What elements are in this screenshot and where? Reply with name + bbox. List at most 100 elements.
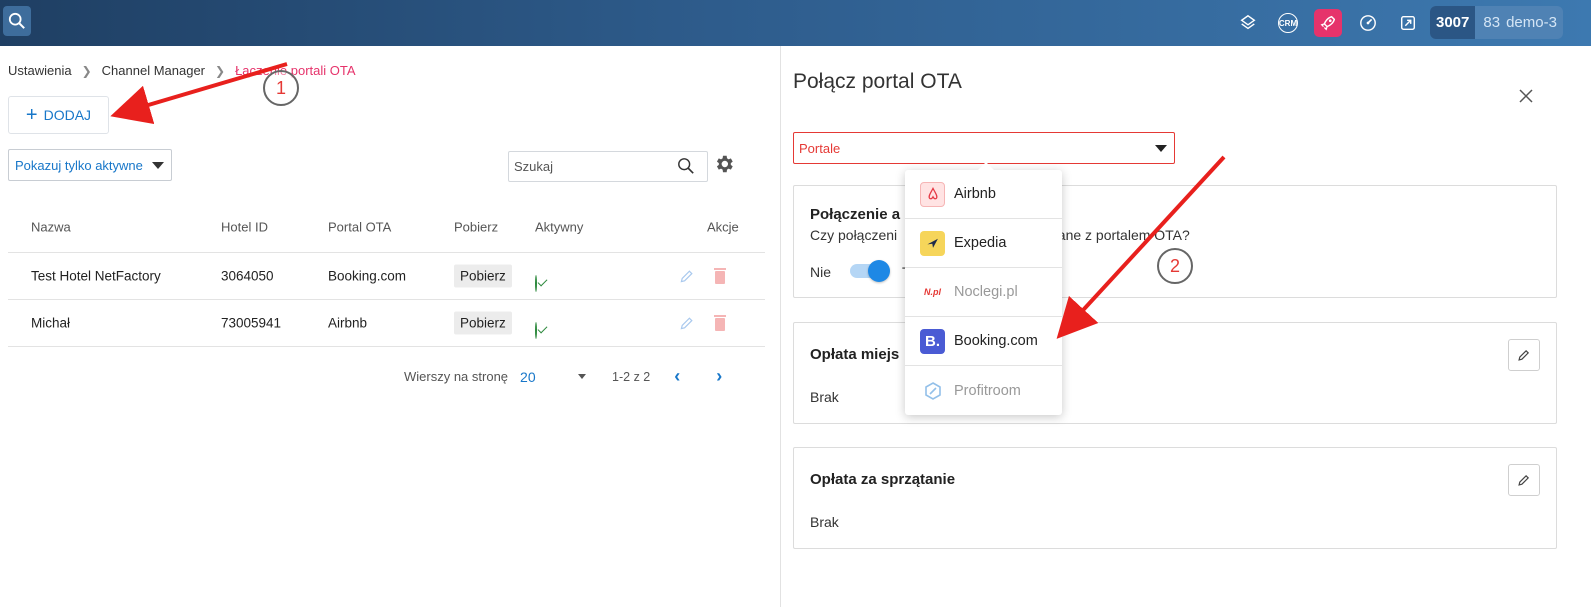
- header-portal[interactable]: Portal OTA: [328, 219, 391, 234]
- trash-icon[interactable]: [713, 267, 727, 285]
- search-icon[interactable]: [677, 157, 695, 175]
- portal-option-expedia[interactable]: Expedia: [905, 219, 1062, 268]
- top-bar: CRM 3007 83 demo-3: [0, 0, 1591, 46]
- active-check-icon: [535, 275, 537, 292]
- caret-down-icon: [152, 162, 164, 169]
- portal-option-booking[interactable]: B. Booking.com: [905, 317, 1062, 366]
- gear-icon[interactable]: [713, 153, 735, 175]
- pencil-icon: [1518, 474, 1530, 486]
- layers-icon: [1240, 14, 1256, 30]
- option-label: Airbnb: [954, 186, 996, 202]
- trash-icon[interactable]: [713, 314, 727, 332]
- breadcrumb-item-channel-manager[interactable]: Channel Manager: [102, 63, 205, 78]
- user-name: demo-3: [1506, 14, 1557, 31]
- portal-select[interactable]: Portale: [793, 132, 1175, 164]
- search-input[interactable]: Szukaj: [508, 151, 708, 182]
- account-badge[interactable]: 3007 83 demo-3: [1430, 6, 1563, 39]
- left-panel: Ustawienia ❯ Channel Manager ❯ Łączenie …: [0, 46, 780, 607]
- portal-dropdown: Airbnb Expedia N.pl Noclegi.pl B. Bookin…: [905, 162, 1062, 415]
- portal-select-placeholder: Portale: [799, 140, 841, 156]
- edit-cleaning-fee-button[interactable]: [1508, 464, 1540, 496]
- portal-option-noclegi: N.pl Noclegi.pl: [905, 268, 1062, 317]
- header-name[interactable]: Nazwa: [31, 219, 71, 234]
- search-placeholder: Szukaj: [514, 159, 554, 174]
- option-label: Profitroom: [954, 382, 1021, 399]
- booking-logo: B.: [920, 328, 945, 354]
- pencil-icon: [1518, 349, 1530, 361]
- portal-option-profitroom: Profitroom: [905, 366, 1062, 415]
- city-fee-value: Brak: [810, 389, 839, 405]
- pencil-icon[interactable]: [679, 315, 695, 331]
- panel-divider: [780, 46, 781, 607]
- cleaning-fee-value: Brak: [810, 514, 839, 530]
- row-hotel-id: 3064050: [221, 268, 274, 284]
- external-icon: [1400, 15, 1416, 31]
- caret-down-icon[interactable]: [578, 374, 587, 379]
- plus-icon: +: [25, 104, 38, 126]
- airbnb-logo: [920, 181, 945, 207]
- pagination: Wierszy na stronę 20 1-2 z 2 ‹ ›: [404, 366, 758, 387]
- breadcrumb-current: Łączenie portali OTA: [235, 63, 356, 78]
- panel-title: Połącz portal OTA: [793, 70, 962, 93]
- global-search-button[interactable]: [3, 6, 31, 36]
- row-portal: Booking.com: [328, 268, 407, 284]
- download-button[interactable]: Pobierz: [454, 264, 512, 288]
- pencil-icon[interactable]: [679, 268, 695, 284]
- profitroom-logo: [920, 378, 945, 403]
- active-check-icon: [535, 322, 537, 339]
- caret-down-icon: [1155, 145, 1167, 152]
- row-name: Michał: [31, 315, 71, 331]
- prev-page-icon[interactable]: ‹: [674, 366, 680, 387]
- connection-question-end: dane z portalem OTA?: [1050, 227, 1190, 243]
- option-label: Noclegi.pl: [954, 284, 1018, 300]
- row-name: Test Hotel NetFactory: [31, 268, 161, 284]
- rows-per-page-select[interactable]: 20: [520, 369, 578, 385]
- dashboard-icon: [1360, 15, 1376, 31]
- download-button[interactable]: Pobierz: [454, 311, 512, 335]
- breadcrumb-item-settings[interactable]: Ustawienia: [8, 63, 72, 78]
- portals-table: Nazwa Hotel ID Portal OTA Pobierz Aktywn…: [8, 201, 765, 347]
- connection-question-start: Czy połączeni: [810, 227, 898, 243]
- active-filter-select[interactable]: Pokazuj tylko aktywne: [8, 149, 172, 181]
- header-hotel-id[interactable]: Hotel ID: [221, 219, 268, 234]
- table-header: Nazwa Hotel ID Portal OTA Pobierz Aktywn…: [8, 201, 765, 253]
- header-active[interactable]: Aktywny: [535, 219, 583, 234]
- option-label: Booking.com: [954, 333, 1038, 349]
- city-fee-title: Opłata miejs: [810, 346, 900, 363]
- header-download: Pobierz: [454, 219, 499, 234]
- page-range: 1-2 z 2: [612, 369, 651, 384]
- chevron-right-icon: ❯: [215, 63, 226, 78]
- crm-button[interactable]: CRM: [1274, 9, 1302, 37]
- portal-option-airbnb[interactable]: Airbnb: [905, 170, 1062, 219]
- annotation-marker-2: 2: [1157, 248, 1193, 284]
- rows-per-page-label: Wierszy na stronę: [404, 369, 509, 384]
- expedia-logo: [920, 230, 945, 256]
- chevron-right-icon: ❯: [81, 63, 92, 78]
- table-row[interactable]: Test Hotel NetFactory 3064050 Booking.co…: [8, 253, 765, 300]
- search-icon: [8, 12, 25, 29]
- active-toggle[interactable]: [850, 260, 890, 282]
- add-button[interactable]: + DODAJ: [8, 96, 109, 134]
- next-page-icon[interactable]: ›: [716, 366, 722, 387]
- add-button-label: DODAJ: [43, 107, 92, 123]
- connection-title: Połączenie a: [810, 206, 901, 223]
- noclegi-logo: N.pl: [924, 287, 941, 297]
- layers-button[interactable]: [1234, 9, 1262, 37]
- cleaning-fee-card: Opłata za sprzątanie Brak: [793, 447, 1557, 549]
- option-label: Expedia: [954, 235, 1007, 251]
- breadcrumb: Ustawienia ❯ Channel Manager ❯ Łączenie …: [8, 63, 356, 78]
- close-icon[interactable]: [1517, 87, 1535, 105]
- filter-label: Pokazuj tylko aktywne: [15, 157, 143, 173]
- header-actions: Akcje: [707, 219, 739, 234]
- row-hotel-id: 73005941: [221, 315, 282, 331]
- toggle-knob: [868, 260, 890, 282]
- edit-city-fee-button[interactable]: [1508, 339, 1540, 371]
- table-row[interactable]: Michał 73005941 Airbnb Pobierz: [8, 300, 765, 347]
- external-button[interactable]: [1394, 9, 1422, 37]
- annotation-marker-1: 1: [263, 70, 299, 106]
- toggle-off-label: Nie: [810, 264, 832, 280]
- dashboard-button[interactable]: [1354, 9, 1382, 37]
- notification-count: 83: [1483, 14, 1501, 31]
- rocket-button[interactable]: [1314, 9, 1342, 37]
- rocket-icon: [1320, 15, 1336, 31]
